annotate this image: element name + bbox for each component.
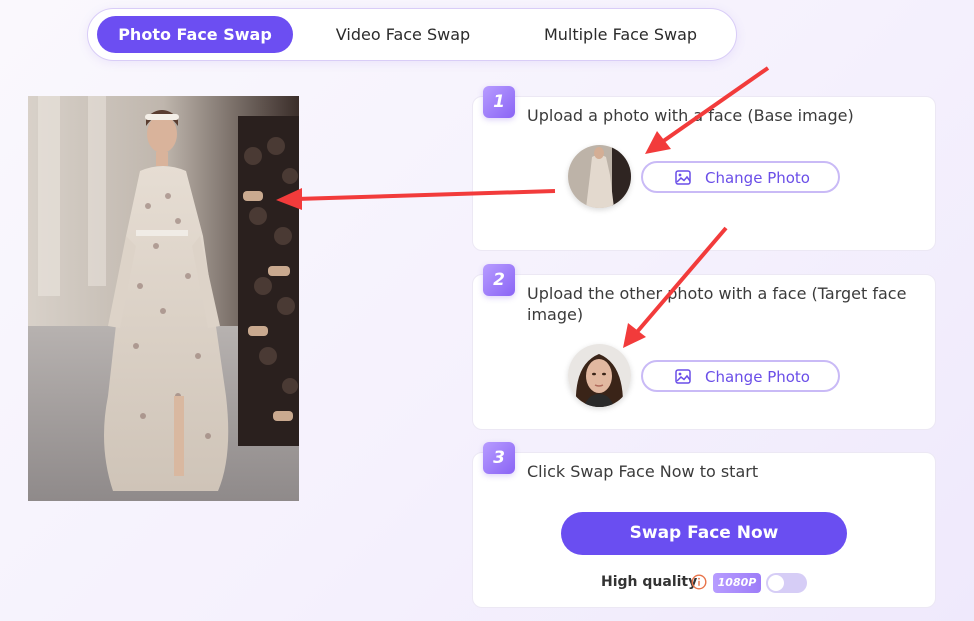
step-number-badge: 2 — [483, 264, 515, 296]
base-image-thumbnail — [568, 145, 631, 208]
change-target-photo-button[interactable]: Change Photo — [641, 360, 840, 392]
tab-photo-face-swap[interactable]: Photo Face Swap — [97, 16, 293, 53]
change-photo-label: Change Photo — [705, 169, 810, 187]
info-circle-icon[interactable] — [691, 574, 707, 590]
high-quality-toggle[interactable] — [766, 573, 807, 593]
resolution-badge: 1080P — [713, 573, 761, 593]
step-1-instruction: Upload a photo with a face (Base image) — [527, 106, 854, 125]
change-base-photo-button[interactable]: Change Photo — [641, 161, 840, 193]
image-icon — [675, 369, 691, 384]
toggle-knob — [768, 575, 784, 591]
step-number-badge: 1 — [483, 86, 515, 118]
base-image-preview — [28, 96, 299, 501]
change-photo-label: Change Photo — [705, 368, 810, 386]
image-icon — [675, 170, 691, 185]
high-quality-label: High quality — [601, 574, 698, 590]
target-face-thumbnail — [568, 344, 631, 407]
tab-video-face-swap[interactable]: Video Face Swap — [308, 16, 498, 53]
face-swap-mode-tabs: Photo Face Swap Video Face Swap Multiple… — [87, 8, 737, 61]
step-number-badge: 3 — [483, 442, 515, 474]
tab-multiple-face-swap[interactable]: Multiple Face Swap — [518, 16, 723, 53]
runway-model-image — [28, 96, 299, 501]
swap-face-now-button[interactable]: Swap Face Now — [561, 512, 847, 555]
step-3-instruction: Click Swap Face Now to start — [527, 462, 759, 481]
step-2-instruction: Upload the other photo with a face (Targ… — [527, 284, 907, 324]
